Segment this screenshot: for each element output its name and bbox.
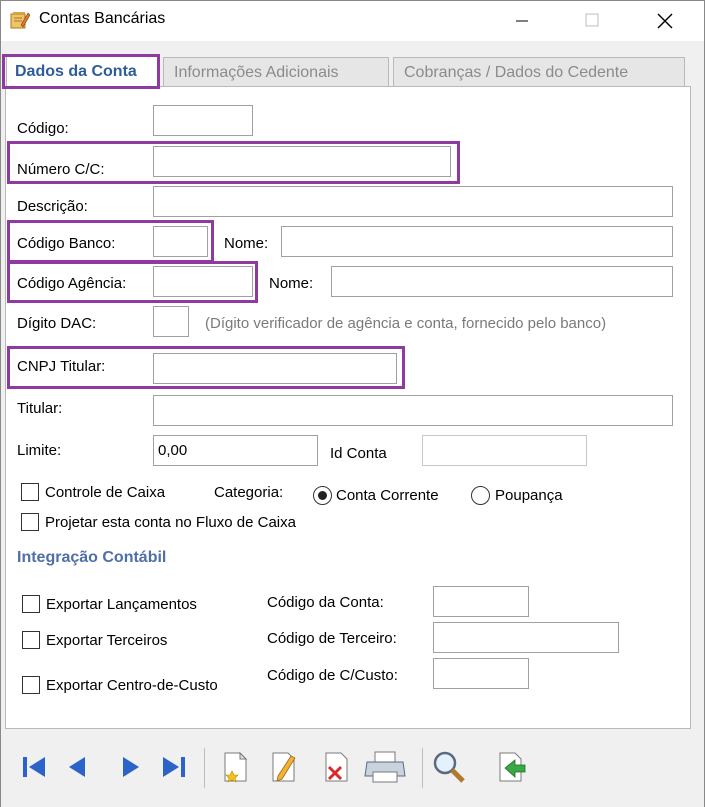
radio-poupanca-label[interactable]: Poupança [495, 487, 563, 504]
descricao-input[interactable] [153, 186, 673, 217]
integracao-contabil-title: Integração Contábil [17, 549, 167, 566]
title-bar: Contas Bancárias [1, 1, 704, 41]
limite-input[interactable] [153, 435, 318, 466]
last-record-icon[interactable] [155, 748, 193, 786]
id-conta-input [422, 435, 587, 466]
digito-dac-hint: (Dígito verificador de agência e conta, … [205, 315, 607, 332]
codigo-terceiro-input[interactable] [433, 622, 619, 653]
codigo-conta-input[interactable] [433, 586, 529, 617]
tab-dados-da-conta[interactable]: Dados da Conta [6, 55, 158, 88]
maximize-icon[interactable] [569, 1, 615, 41]
banco-nome-input[interactable] [281, 226, 673, 257]
first-record-icon[interactable] [15, 748, 53, 786]
codigo-conta-label: Código da Conta: [267, 594, 384, 611]
exportar-centro-custo-checkbox[interactable] [22, 676, 40, 694]
codigo-ccusto-input[interactable] [433, 658, 529, 689]
titular-label: Titular: [17, 400, 63, 417]
tab-informacoes-adicionais[interactable]: Informações Adicionais [163, 57, 389, 87]
codigo-agencia-label: Código Agência: [17, 275, 127, 292]
radio-conta-corrente[interactable] [313, 486, 332, 505]
codigo-input[interactable] [153, 105, 253, 136]
notebook-pencil-icon [10, 12, 30, 29]
codigo-label: Código: [17, 120, 69, 137]
toolbar-separator [422, 748, 423, 788]
agencia-nome-label: Nome: [269, 275, 314, 292]
digito-dac-input[interactable] [153, 306, 189, 337]
projetar-label: Projetar esta conta no Fluxo de Caixa [45, 514, 296, 531]
contas-bancarias-window: Contas Bancárias Informações Adicionais … [0, 0, 705, 807]
print-icon[interactable] [363, 748, 407, 786]
codigo-terceiro-label: Código de Terceiro: [267, 630, 397, 647]
limite-label: Limite: [17, 442, 62, 459]
radio-poupanca[interactable] [471, 486, 490, 505]
numero-cc-input[interactable] [153, 146, 451, 177]
exportar-lancamentos-label: Exportar Lançamentos [46, 596, 197, 613]
categoria-label: Categoria: [214, 484, 284, 501]
descricao-label: Descrição: [17, 198, 88, 215]
controle-caixa-label: Controle de Caixa [45, 484, 166, 501]
radio-conta-corrente-label[interactable]: Conta Corrente [336, 487, 439, 504]
exit-icon[interactable] [491, 748, 529, 786]
window-title: Contas Bancárias [39, 10, 166, 27]
delete-record-icon[interactable] [317, 748, 355, 786]
tab-label: Cobranças / Dados do Cedente [404, 64, 629, 81]
controle-caixa-checkbox[interactable] [21, 483, 39, 501]
projetar-checkbox[interactable] [21, 513, 39, 531]
exportar-terceiros-label: Exportar Terceiros [46, 632, 168, 649]
codigo-banco-input[interactable] [153, 226, 208, 257]
minimize-icon[interactable] [499, 1, 545, 41]
numero-cc-label: Número C/C: [17, 161, 105, 178]
next-record-icon[interactable] [111, 748, 149, 786]
digito-dac-label: Dígito DAC: [17, 315, 97, 332]
new-record-icon[interactable] [216, 748, 254, 786]
cnpj-titular-label: CNPJ Titular: [17, 358, 106, 375]
bottom-toolbar [1, 734, 704, 807]
radio-selected-dot [318, 491, 327, 500]
codigo-agencia-input[interactable] [153, 266, 253, 297]
codigo-ccusto-label: Código de C/Custo: [267, 667, 398, 684]
codigo-banco-label: Código Banco: [17, 235, 116, 252]
titular-input[interactable] [153, 395, 673, 426]
toolbar-separator [204, 748, 205, 788]
previous-record-icon[interactable] [59, 748, 97, 786]
tab-label: Dados da Conta [15, 63, 137, 80]
agencia-nome-input[interactable] [331, 266, 673, 297]
exportar-terceiros-checkbox[interactable] [22, 631, 40, 649]
banco-nome-label: Nome: [224, 235, 269, 252]
cnpj-titular-input[interactable] [153, 353, 397, 384]
id-conta-label: Id Conta [330, 445, 387, 462]
tab-cobrancas[interactable]: Cobranças / Dados do Cedente [393, 57, 685, 87]
close-icon[interactable] [642, 1, 688, 41]
edit-record-icon[interactable] [264, 748, 302, 786]
search-icon[interactable] [430, 748, 468, 786]
exportar-centro-custo-label: Exportar Centro-de-Custo [46, 677, 218, 694]
tab-label: Informações Adicionais [174, 64, 339, 81]
exportar-lancamentos-checkbox[interactable] [22, 595, 40, 613]
